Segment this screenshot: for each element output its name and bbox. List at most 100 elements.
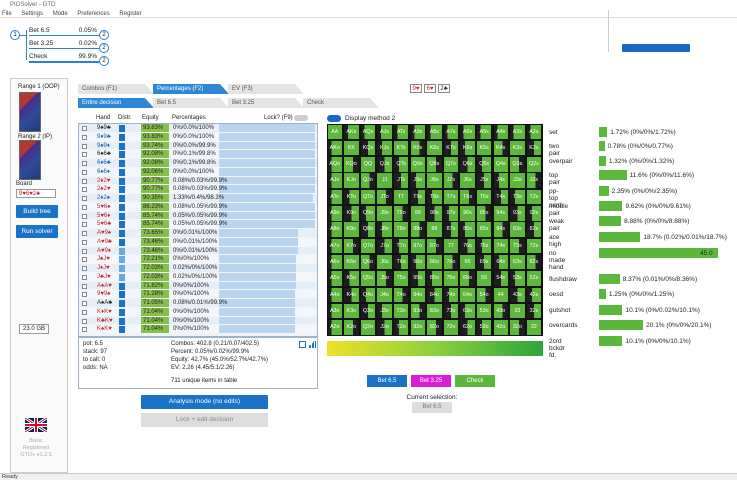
grid-cell[interactable]: J2s [526,173,542,188]
grid-cell[interactable]: J8s [427,173,442,188]
grid-cell[interactable]: 53o [476,303,492,319]
grid-cell[interactable]: A9o [327,206,342,221]
grid-cell[interactable]: 98o [410,222,425,237]
grid-cell[interactable]: AKo [327,140,342,156]
grid-cell[interactable]: 63o [460,303,475,319]
grid-cell[interactable]: 86s [460,222,475,237]
grid-cell[interactable]: T6s [460,189,475,205]
grid-cell[interactable]: KJo [344,173,359,188]
table-row[interactable]: 2♦2♠ 90.35% 1.33%/0.4%/98.3% [79,194,317,203]
grid-cell[interactable]: T5s [476,189,492,205]
grid-cell[interactable]: AKs [344,124,359,139]
grid-cell[interactable]: 85s [476,222,492,237]
col-equity[interactable]: Equity [142,114,159,122]
tab-bet-3-25[interactable]: Bet 3.25 [228,98,304,108]
grid-cell[interactable]: QTo [360,189,376,205]
grid-cell[interactable]: J5o [377,271,392,286]
grid-cell[interactable]: J7s [443,173,459,188]
tree-action-bet-3-25[interactable]: Bet 3.25 0.02% [29,39,97,48]
tab-bet-6-5[interactable]: Bet 6.5 [153,98,229,108]
grid-cell[interactable]: 87o [427,238,442,254]
grid-cell[interactable]: 74o [443,287,459,302]
grid-cell[interactable]: 54s [493,271,508,286]
grid-cell[interactable]: 74s [493,238,508,254]
grid-cell[interactable]: 42o [493,320,508,335]
grid-cell[interactable]: 63s [510,254,525,270]
grid-cell[interactable]: J8o [377,222,392,237]
action-button-bet-6-5[interactable]: Bet 6.5 [367,375,407,387]
grid-cell[interactable]: K2o [344,320,359,335]
menu-preferences[interactable]: Preferences [77,11,109,17]
grid-cell[interactable]: A2o [327,320,342,335]
grid-cell[interactable]: J9o [377,206,392,221]
grid-cell[interactable]: AA [327,124,342,139]
table-row[interactable]: 6♠6♦ 92.06% 0%/0.0%/100% [79,167,317,177]
grid-cell[interactable]: A6o [327,254,342,270]
grid-cell[interactable]: K6o [344,254,359,270]
grid-cell[interactable]: K3o [344,303,359,319]
row-checkbox[interactable] [82,169,87,175]
grid-cell[interactable]: J4s [493,173,508,188]
table-row[interactable]: 9♠9♦ 93.74% 0%/0.0%/99.9% [79,141,317,151]
lock-toggle[interactable] [294,115,308,121]
grid-cell[interactable]: 72s [526,238,542,254]
grid-cell[interactable]: 88 [427,222,442,237]
table-row[interactable]: 5♥6♠ 86.23% 0.08%/0.05%/99.9% [79,202,317,212]
grid-cell[interactable]: T9o [393,206,409,221]
table-row[interactable]: 5♥6♣ 85.74% 0.05%/0.05%/99.9% [79,220,317,229]
row-checkbox[interactable] [82,318,87,324]
tab-entire-decision[interactable]: Entire decision [78,98,154,108]
grid-cell[interactable]: J5s [476,173,492,188]
grid-cell[interactable]: KQo [344,157,359,172]
grid-cell[interactable]: 99 [410,206,425,221]
grid-cell[interactable]: 84o [427,287,442,302]
grid-cell[interactable]: 82o [427,320,442,335]
grid-cell[interactable]: 64s [493,254,508,270]
table-row[interactable]: A♥9♠ 73.65% 0%/0.01%/100% [79,229,317,238]
grid-cell[interactable]: 43s [510,287,525,302]
grid-cell[interactable]: J2o [377,320,392,335]
grid-cell[interactable]: K4s [493,140,508,156]
export-icon[interactable] [299,341,306,348]
grid-cell[interactable]: T8o [393,222,409,237]
row-checkbox[interactable] [82,248,87,254]
grid-cell[interactable]: 62o [460,320,475,335]
grid-cell[interactable]: J9s [410,173,425,188]
tab-check[interactable]: Check [303,98,379,108]
table-row[interactable]: 9♦9♣ 93.83% 0%/0.0%/100% [79,132,317,142]
row-checkbox[interactable] [82,134,87,140]
grid-cell[interactable]: 76s [460,238,475,254]
grid-cell[interactable]: 53s [510,271,525,286]
grid-cell[interactable]: K9s [410,140,425,156]
table-row[interactable]: 5♥6♦ 85.74% 0.05%/0.05%/99.9% [79,211,317,221]
table-row[interactable]: K♣K♥ 71.04% 0%/0%/100% [79,316,317,326]
grid-cell[interactable]: 94s [493,206,508,221]
grid-cell[interactable]: 32o [510,320,525,335]
table-row[interactable]: 2♦2♥ 90.77% 0.08%/0.03%/99.9% [79,176,317,186]
grid-cell[interactable]: 87s [443,222,459,237]
grid-cell[interactable]: K7o [344,238,359,254]
table-row[interactable]: K♦K♥ 71.04% 0%/0%/100% [79,307,317,317]
grid-cell[interactable]: 94o [410,287,425,302]
display-method-toggle[interactable] [327,115,341,122]
grid-cell[interactable]: T7s [443,189,459,205]
col-distr[interactable]: Distr. [118,114,132,122]
row-checkbox[interactable] [82,126,87,131]
grid-cell[interactable]: 76o [443,254,459,270]
grid-cell[interactable]: Q4o [360,287,376,302]
grid-cell[interactable]: Q5s [476,157,492,172]
grid-cell[interactable]: 22 [526,320,542,335]
table-row[interactable]: 9♠9♣ 93.83% 0%/0.0%/100% [79,124,317,133]
grid-cell[interactable]: Q3s [510,157,525,172]
tab-percentages[interactable]: Percentages (F2) [153,84,229,94]
grid-cell[interactable]: J3s [510,173,525,188]
board-input[interactable]: 9♥6♥2♣ [16,189,56,198]
grid-cell[interactable]: KTo [344,189,359,205]
table-row[interactable]: A♥9♣ 73.46% 0%/0.01%/100% [79,237,317,247]
grid-cell[interactable]: 95o [410,271,425,286]
grid-cell[interactable]: A4s [493,124,508,139]
table-row[interactable]: A♠A♣ 71.05% 0.08%/0.01%/99.9% [79,299,317,308]
col-percentages[interactable]: Percentages [172,114,206,122]
grid-cell[interactable]: T5o [393,271,409,286]
grid-cell[interactable]: 86o [427,254,442,270]
